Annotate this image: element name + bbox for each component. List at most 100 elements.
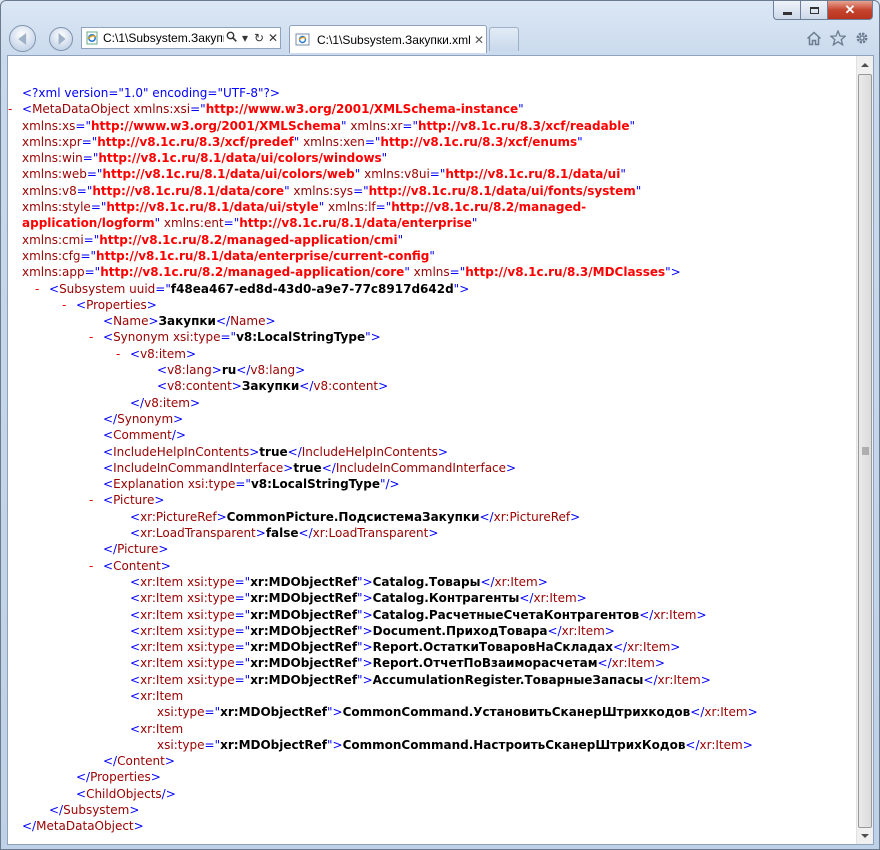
xml-token: "> <box>665 265 681 280</box>
xml-token: http://v8.1c.ru/8.2/managed-application/… <box>100 265 405 280</box>
collapse-toggle[interactable]: - <box>89 492 103 508</box>
collapse-toggle[interactable]: - <box>116 346 130 362</box>
xml-token: xr:LoadTransparent <box>312 526 429 541</box>
xml-line: </Synonym> <box>22 411 758 427</box>
xml-token: =" <box>364 134 381 149</box>
xml-token: > <box>185 346 197 361</box>
xml-token: </ <box>215 314 231 329</box>
xml-token: > <box>378 379 389 394</box>
xml-token: =" <box>83 232 100 247</box>
refresh-button[interactable]: ↻ <box>252 31 266 45</box>
xml-token: /> <box>171 428 186 443</box>
xml-token: > <box>154 493 165 508</box>
vertical-scrollbar[interactable] <box>856 56 873 844</box>
tab-close-button[interactable]: ✕ <box>472 33 486 47</box>
collapse-toggle[interactable]: - <box>89 329 103 345</box>
xml-token: http://www.w3.org/2001/XMLSchema <box>90 118 341 133</box>
xml-token: =" <box>155 281 171 296</box>
minimize-icon <box>782 11 792 15</box>
xml-line: </Picture> <box>22 541 758 557</box>
address-text[interactable]: C:\1\Subsystem.Закупки.xml <box>103 31 224 45</box>
xml-token: xr:MDObjectRef <box>250 672 358 687</box>
xml-line: xmlns:cmi="http://v8.1c.ru/8.2/managed-a… <box>22 232 758 248</box>
xml-token: IncludeHelpInContents <box>301 444 438 459</box>
xml-token: "> <box>357 640 373 655</box>
xml-token: =" <box>235 477 251 492</box>
xml-line: xmlns:style="http://v8.1c.ru/8.1/data/ui… <box>22 199 758 215</box>
xml-line: xmlns:v8="http://v8.1c.ru/8.1/data/core"… <box>22 183 758 199</box>
xml-token: Закупки <box>241 379 300 394</box>
xml-token: </ <box>236 363 251 378</box>
xml-token: http://v8.1c.ru/8.1/data/enterprise <box>239 216 472 231</box>
xml-token: xr:MDObjectRef <box>250 640 358 655</box>
xml-token: < <box>130 591 141 606</box>
xml-token: =" <box>234 574 251 589</box>
xml-token: xr:Item <box>704 705 748 720</box>
xml-token: xr:Item <box>140 688 184 703</box>
collapse-toggle[interactable]: - <box>89 558 103 574</box>
xml-token: > <box>146 297 157 312</box>
xml-token: </ <box>643 672 658 687</box>
close-button[interactable]: ✕ <box>827 1 873 20</box>
collapse-toggle[interactable]: - <box>35 281 49 297</box>
xml-token: </ <box>685 737 700 752</box>
scroll-thumb[interactable] <box>858 74 872 828</box>
xml-token: IncludeInCommandInterface <box>113 460 284 475</box>
xml-token: > <box>158 542 169 557</box>
maximize-button[interactable] <box>800 1 827 20</box>
navigation-bar: C:\1\Subsystem.Закупки.xml ▾ ↻ ✕ C:\1\Su… <box>7 23 873 55</box>
xml-token: =" <box>204 705 221 720</box>
xml-token: xr:PictureRef <box>493 509 571 524</box>
xml-token: " <box>620 167 626 182</box>
xml-token: IncludeInCommandInterface <box>335 460 507 475</box>
search-icon[interactable] <box>224 31 238 45</box>
xml-token: xmlns:xs <box>22 118 76 133</box>
stop-button[interactable]: ✕ <box>266 31 280 45</box>
xml-token: Picture <box>117 542 159 557</box>
xml-line: <?xml version="1.0" encoding="UTF-8"?> <box>22 85 758 101</box>
xml-token: " <box>629 118 636 133</box>
xml-line: xmlns:app="http://v8.1c.ru/8.2/managed-a… <box>22 264 758 280</box>
collapse-toggle[interactable]: - <box>62 297 76 313</box>
xml-token: xmlns:sys <box>289 183 354 198</box>
xml-token: =" <box>84 265 101 280</box>
tab-active[interactable]: C:\1\Subsystem.Закупки.xml ✕ <box>289 25 487 53</box>
xml-token: xr:Item <box>627 640 671 655</box>
xml-token: > <box>700 672 711 687</box>
address-bar[interactable]: C:\1\Subsystem.Закупки.xml ▾ ↻ ✕ <box>81 27 281 49</box>
back-button[interactable] <box>9 25 36 52</box>
xml-token: xr:Item <box>561 623 605 638</box>
new-tab-button[interactable] <box>489 27 519 51</box>
xml-token: "> <box>357 591 373 606</box>
home-icon[interactable] <box>805 29 823 47</box>
minimize-button[interactable] <box>773 1 800 20</box>
dropdown-icon[interactable]: ▾ <box>238 31 252 45</box>
xml-token: Comment <box>113 428 172 443</box>
xml-token: "> <box>326 705 343 720</box>
xml-token: v8:content <box>167 379 232 394</box>
xml-token: =" <box>76 183 93 198</box>
collapse-toggle[interactable]: - <box>8 101 22 117</box>
xml-token: < <box>103 493 114 508</box>
scroll-up-button[interactable] <box>857 56 873 73</box>
xml-line: xmlns:xs="http://www.w3.org/2001/XMLSche… <box>22 118 758 134</box>
xml-token: CommonCommand.УстановитьСканерШтрихкодов <box>342 705 691 720</box>
scroll-down-button[interactable] <box>857 827 873 844</box>
xml-token: v8:LocalStringType <box>236 330 366 345</box>
xml-token: http://v8.1c.ru/8.1/data/ui/colors/windo… <box>98 151 382 166</box>
xml-token: </ <box>130 395 145 410</box>
star-icon[interactable] <box>829 29 847 47</box>
xml-token: </ <box>480 574 495 589</box>
xml-line: - <MetaDataObject xmlns:xsi="http://www.w… <box>8 101 758 117</box>
forward-button[interactable] <box>49 27 73 51</box>
up-arrow-icon <box>861 62 869 67</box>
xml-token: =" <box>220 330 237 345</box>
xml-token: xmlns:style <box>22 200 91 215</box>
xml-token: Subsystem <box>63 803 130 818</box>
gear-icon[interactable] <box>853 29 871 47</box>
xml-token: "> <box>357 574 373 589</box>
xml-token: > <box>148 314 159 329</box>
xml-token: xr:MDObjectRef <box>220 705 327 720</box>
xml-token: http://v8.1c.ru/8.1/data/ui <box>445 167 621 182</box>
xml-line: <xr:Item <box>22 688 758 704</box>
